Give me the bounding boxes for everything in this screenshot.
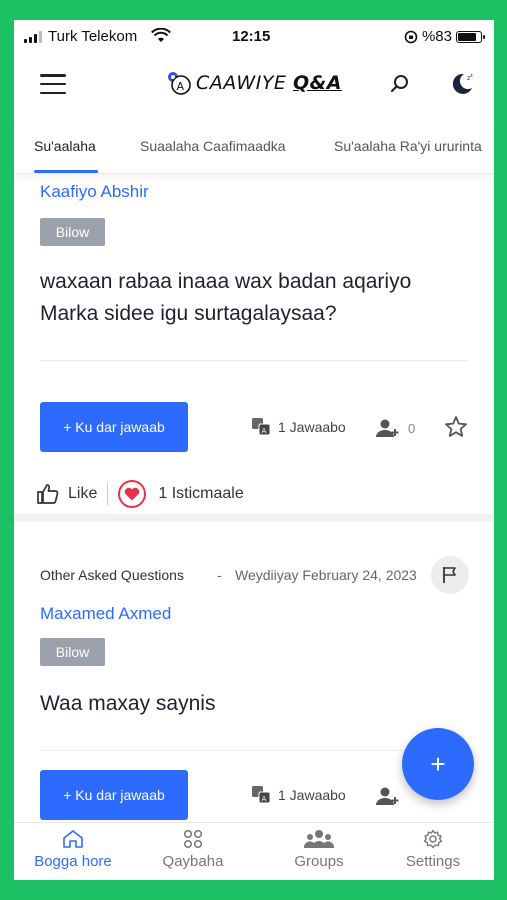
follow-button[interactable] xyxy=(376,787,402,805)
question-title[interactable]: Waa maxay saynis xyxy=(40,688,460,720)
meta-separator: - xyxy=(217,567,222,583)
nav-label: Groups xyxy=(294,853,344,870)
nav-item-categories[interactable]: Qaybaha xyxy=(138,829,248,870)
grid-icon xyxy=(183,829,203,849)
logo-mark-icon: A xyxy=(166,70,192,96)
signal-icon xyxy=(24,31,42,43)
battery-percent: %83 xyxy=(421,28,452,45)
nav-label: Qaybaha xyxy=(162,853,224,870)
gear-icon xyxy=(423,829,443,849)
app-logo[interactable]: A CAAWIYE Q&A xyxy=(166,70,342,96)
svg-text:z: z xyxy=(470,73,473,79)
active-tab-indicator xyxy=(34,170,98,173)
question-title[interactable]: waxaan rabaa inaaa wax badan aqariyo Mar… xyxy=(40,266,460,330)
add-answer-button[interactable]: + Ku dar jawaab xyxy=(40,770,188,820)
author-name[interactable]: Kaafiyo Abshir xyxy=(40,182,149,202)
tab-suaalaha-caafimaadka[interactable]: Suaalaha Caafimaadka xyxy=(140,138,286,154)
svg-text:A: A xyxy=(262,427,267,435)
battery-fill xyxy=(458,32,477,41)
flag-icon xyxy=(443,567,456,583)
app-header: A CAAWIYE Q&A zz xyxy=(14,56,494,120)
translate-icon: A xyxy=(252,786,271,804)
search-icon[interactable] xyxy=(390,74,410,99)
ask-question-fab[interactable]: + xyxy=(402,728,474,800)
report-button[interactable] xyxy=(431,556,469,594)
like-button[interactable]: Like xyxy=(68,485,97,503)
star-icon[interactable] xyxy=(444,415,468,444)
tab-suaalaha-rayi-ururinta[interactable]: Su'aalaha Ra'yi ururinta xyxy=(334,138,482,154)
nav-label: Settings xyxy=(405,853,461,870)
add-user-icon xyxy=(376,419,399,437)
question-tabs: Su'aalaha Suaalaha Caafimaadka Su'aalaha… xyxy=(14,124,494,174)
nav-item-groups[interactable]: Groups xyxy=(264,829,374,870)
moon-icon[interactable]: zz xyxy=(450,70,476,101)
status-right: %83 xyxy=(404,28,485,45)
tab-suaalaha[interactable]: Su'aalaha xyxy=(34,138,96,154)
separator xyxy=(107,483,109,505)
phone-screen: Turk Telekom 12:15 %83 A CAAWIYE Q&A zz … xyxy=(14,20,494,880)
question-card: Kaafiyo Abshir Bilow waxaan rabaa inaaa … xyxy=(14,174,494,514)
wifi-icon xyxy=(151,27,171,48)
rotation-lock-icon xyxy=(404,30,418,43)
nav-label: Bogga hore xyxy=(34,853,112,870)
status-time: 12:15 xyxy=(232,28,271,45)
nav-item-home[interactable]: Bogga hore xyxy=(18,829,128,870)
nav-item-settings[interactable]: Settings xyxy=(378,829,488,870)
battery-icon xyxy=(456,30,485,43)
reactions-count[interactable]: 1 Isticmaale xyxy=(158,485,243,503)
author-name[interactable]: Maxamed Axmed xyxy=(40,604,171,624)
level-badge: Bilow xyxy=(40,218,105,246)
home-icon xyxy=(63,830,83,848)
level-badge: Bilow xyxy=(40,638,105,666)
status-bar: Turk Telekom 12:15 %83 xyxy=(14,20,494,56)
bottom-nav: Bogga hore Qaybaha Groups Settings xyxy=(14,822,494,880)
question-feed[interactable]: Kaafiyo Abshir Bilow waxaan rabaa inaaa … xyxy=(14,174,494,822)
question-category[interactable]: Other Asked Questions xyxy=(40,567,184,583)
answers-count-label: 1 Jawaabo xyxy=(278,419,346,435)
followers-count: 0 xyxy=(408,420,416,436)
divider xyxy=(40,360,468,361)
carrier-name: Turk Telekom xyxy=(48,28,138,45)
answers-count[interactable]: A 1 Jawaabo xyxy=(252,786,346,804)
answers-count[interactable]: A 1 Jawaabo xyxy=(252,418,346,436)
thumbs-up-icon[interactable] xyxy=(36,482,60,506)
heart-icon xyxy=(118,480,147,508)
menu-icon[interactable] xyxy=(40,74,66,94)
question-date: Weydiiyay February 24, 2023 xyxy=(235,567,417,583)
follow-button[interactable]: 0 xyxy=(376,419,415,437)
answers-count-label: 1 Jawaabo xyxy=(278,787,346,803)
reaction-row: Like 1 Isticmaale xyxy=(36,480,244,508)
logo-text: CAAWIYE Q&A xyxy=(196,72,342,94)
group-icon xyxy=(304,830,334,848)
add-user-icon xyxy=(376,787,399,805)
translate-icon: A xyxy=(252,418,271,436)
svg-text:A: A xyxy=(262,795,267,803)
add-answer-button[interactable]: + Ku dar jawaab xyxy=(40,402,188,452)
svg-text:A: A xyxy=(177,80,185,93)
